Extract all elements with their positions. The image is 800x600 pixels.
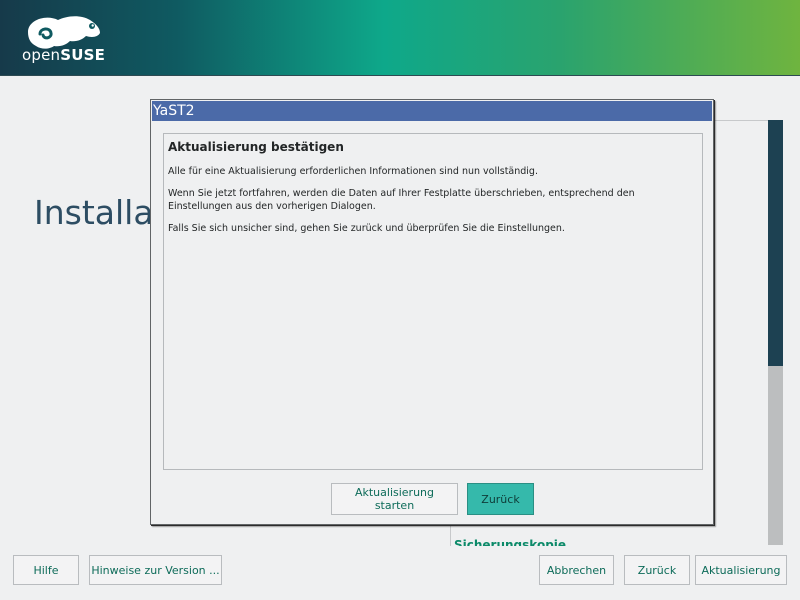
update-button[interactable]: Aktualisierung [695, 555, 787, 585]
summary-link-backup[interactable]: Sicherungskopie [454, 538, 566, 546]
confirm-update-dialog: YaST2 Aktualisierung bestätigen Alle für… [150, 99, 714, 525]
dialog-paragraph-3: Falls Sie sich unsicher sind, gehen Sie … [168, 223, 565, 234]
dialog-title[interactable]: YaST2 [152, 101, 712, 121]
header-banner: openSUSE [0, 0, 800, 75]
release-notes-button[interactable]: Hinweise zur Version ... [89, 555, 222, 585]
back-button[interactable]: Zurück [624, 555, 690, 585]
dialog-heading: Aktualisierung bestätigen [168, 140, 344, 154]
page-title: Installat [34, 193, 167, 232]
help-button[interactable]: Hilfe [13, 555, 79, 585]
dialog-paragraph-1: Alle für eine Aktualisierung erforderlic… [168, 166, 538, 177]
opensuse-wordmark: openSUSE [22, 46, 106, 64]
installer-window: openSUSE Installat Sicherungskopie Hilfe… [0, 0, 800, 600]
header-divider [0, 75, 800, 76]
dialog-back-button[interactable]: Zurück [467, 483, 534, 515]
abort-button[interactable]: Abbrechen [539, 555, 614, 585]
start-update-button[interactable]: Aktualisierung starten [331, 483, 458, 515]
dialog-message-frame: Aktualisierung bestätigen Alle für eine … [163, 133, 703, 470]
summary-scrollbar[interactable] [768, 120, 783, 545]
dialog-paragraph-2: Wenn Sie jetzt fortfahren, werden die Da… [168, 188, 635, 212]
scrollbar-thumb[interactable] [768, 120, 783, 366]
